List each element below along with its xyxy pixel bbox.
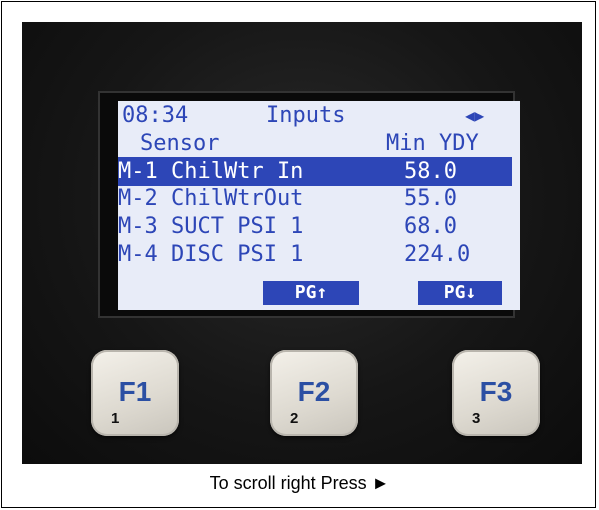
- lcd-screen: 08:34 Inputs ◀▶ Sensor Min YDY M-1 ChilW…: [118, 101, 520, 310]
- sensor-name: M-4 DISC PSI 1: [118, 242, 304, 267]
- f3-key[interactable]: F3 3: [452, 350, 540, 436]
- column-sensor: Sensor: [140, 131, 220, 156]
- sensor-value: 224.0: [404, 242, 471, 267]
- sensor-value: 58.0: [404, 159, 457, 184]
- f1-key[interactable]: F1 1: [91, 350, 179, 436]
- sensor-name: M-1 ChilWtr In: [118, 159, 304, 184]
- column-header-row: Sensor Min YDY: [118, 129, 520, 158]
- f2-key-number: 2: [290, 410, 299, 427]
- caption: To scroll right Press ►: [209, 473, 390, 493]
- sensor-value: 68.0: [404, 214, 457, 239]
- screen-title: Inputs: [266, 103, 346, 128]
- page-down-softkey[interactable]: PG↓: [418, 281, 502, 305]
- f3-key-label: F3: [479, 376, 513, 407]
- sensor-value: 55.0: [404, 186, 457, 211]
- sensor-row[interactable]: M-2 ChilWtrOut 55.0: [118, 184, 520, 213]
- column-units: Min YDY: [386, 131, 479, 156]
- scroll-arrows-icon: ◀▶: [465, 106, 485, 125]
- page-up-softkey[interactable]: PG↑: [263, 281, 359, 305]
- f1-key-number: 1: [111, 410, 120, 427]
- f1-key-label: F1: [118, 376, 152, 407]
- sensor-row[interactable]: M-3 SUCT PSI 1 68.0: [118, 212, 520, 241]
- f2-key-label: F2: [297, 376, 331, 407]
- clock-time: 08:34: [122, 103, 189, 128]
- lcd-header: 08:34 Inputs ◀▶: [118, 101, 520, 130]
- f3-key-number: 3: [472, 410, 481, 427]
- f2-key[interactable]: F2 2: [270, 350, 358, 436]
- sensor-row-selected[interactable]: M-1 ChilWtr In 58.0: [118, 157, 512, 186]
- sensor-name: M-2 ChilWtrOut: [118, 186, 304, 211]
- sensor-row[interactable]: M-4 DISC PSI 1 224.0: [118, 240, 520, 269]
- sensor-name: M-3 SUCT PSI 1: [118, 214, 304, 239]
